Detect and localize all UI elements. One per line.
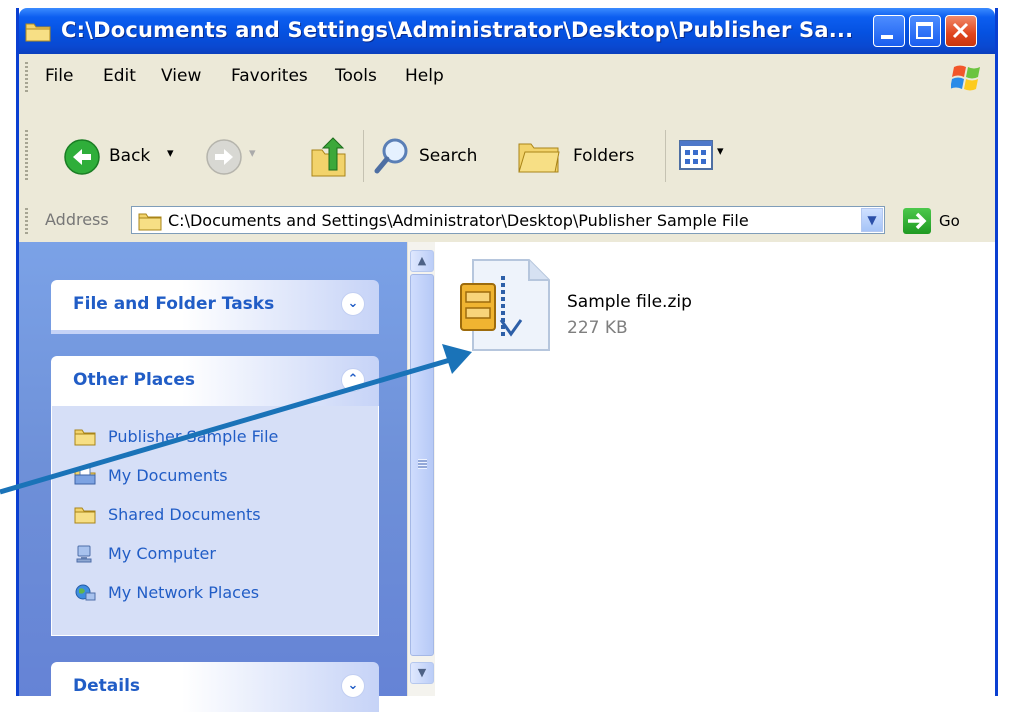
menu-bar: File Edit View Favorites Tools Help	[19, 54, 995, 101]
scroll-up-button[interactable]: ▲	[410, 250, 434, 272]
minimize-button[interactable]	[873, 15, 905, 47]
place-label: My Computer	[108, 544, 216, 563]
standard-toolbar: Back ▾ ▾ Search Folders ▾	[19, 100, 995, 201]
toolbar-separator	[665, 130, 666, 182]
place-label: Shared Documents	[108, 505, 261, 524]
menubar-grip[interactable]	[25, 62, 28, 92]
search-label: Search	[419, 146, 478, 166]
other-places-list: Publisher Sample File My Documents Share…	[51, 406, 379, 636]
folder-icon	[74, 429, 96, 446]
search-icon	[374, 138, 408, 174]
panel-separator	[51, 330, 379, 334]
details-title: Details	[73, 676, 141, 696]
addressbar-grip[interactable]	[25, 208, 28, 234]
place-label: My Network Places	[108, 583, 260, 602]
maximize-icon	[916, 22, 933, 39]
window-title: C:\Documents and Settings\Administrator\…	[61, 18, 854, 42]
place-label: Publisher Sample File	[108, 427, 279, 446]
explorer-window: C:\Documents and Settings\Administrator\…	[16, 8, 998, 712]
views-button[interactable]: ▾	[679, 140, 739, 176]
address-input[interactable]: C:\Documents and Settings\Administrator\…	[131, 206, 885, 234]
place-label: My Documents	[108, 466, 228, 485]
address-value: C:\Documents and Settings\Administrator\…	[168, 211, 749, 230]
go-button[interactable]	[903, 208, 931, 234]
scroll-thumb[interactable]	[410, 274, 434, 656]
toolbar-grip[interactable]	[25, 130, 28, 182]
folder-icon	[25, 23, 51, 42]
forward-button[interactable]: ▾	[205, 138, 265, 178]
close-button[interactable]	[945, 15, 977, 47]
my-computer-icon	[76, 545, 92, 563]
folders-label: Folders	[573, 146, 635, 166]
expand-chevron-icon[interactable]: ⌄	[341, 292, 365, 316]
back-label: Back	[109, 146, 151, 166]
windows-logo-icon	[951, 65, 980, 91]
folders-icon	[518, 143, 560, 173]
close-icon	[952, 22, 969, 39]
other-places-header[interactable]: Other Places ⌃	[51, 356, 379, 406]
zip-file-icon	[460, 259, 550, 351]
network-places-icon	[75, 584, 96, 601]
folder-icon	[74, 507, 96, 524]
title-bar[interactable]: C:\Documents and Settings\Administrator\…	[19, 8, 995, 54]
views-dropdown-icon[interactable]: ▾	[717, 144, 724, 159]
menu-tools[interactable]: Tools	[335, 66, 377, 86]
address-label: Address	[45, 210, 109, 229]
back-button[interactable]: Back ▾	[59, 138, 199, 178]
search-button[interactable]: Search	[373, 136, 501, 178]
forward-arrow-icon	[206, 139, 242, 175]
address-bar: Address C:\Documents and Settings\Admini…	[19, 200, 995, 243]
menu-edit[interactable]: Edit	[103, 66, 136, 86]
file-folder-tasks-header[interactable]: File and Folder Tasks ⌄	[51, 280, 379, 330]
vertical-scrollbar[interactable]: ▲ ▼	[407, 242, 436, 696]
back-dropdown-icon[interactable]: ▾	[167, 146, 174, 161]
other-places-title: Other Places	[73, 370, 195, 390]
my-documents-icon	[74, 467, 96, 485]
go-arrow-icon	[908, 212, 927, 230]
file-list: Sample file.zip 227 KB	[435, 242, 995, 696]
expand-chevron-icon[interactable]: ⌄	[341, 674, 365, 698]
scroll-down-button[interactable]: ▼	[410, 662, 434, 684]
go-label[interactable]: Go	[939, 212, 960, 230]
file-size: 227 KB	[567, 318, 628, 338]
menu-favorites[interactable]: Favorites	[231, 66, 308, 86]
collapse-chevron-icon[interactable]: ⌃	[341, 368, 365, 392]
minimize-icon	[881, 35, 893, 39]
file-item[interactable]: Sample file.zip 227 KB	[455, 256, 695, 352]
details-header[interactable]: Details ⌄	[51, 662, 379, 712]
views-icon	[679, 140, 713, 170]
forward-dropdown-icon[interactable]: ▾	[249, 146, 256, 161]
maximize-button[interactable]	[909, 15, 941, 47]
folder-icon	[138, 213, 162, 231]
address-dropdown-icon[interactable]: ▼	[861, 208, 883, 232]
menu-file[interactable]: File	[45, 66, 73, 86]
back-arrow-icon	[64, 139, 100, 175]
scroll-thumb-grip	[418, 459, 427, 469]
up-folder-icon[interactable]	[309, 136, 349, 178]
toolbar-separator	[363, 130, 364, 182]
menu-help[interactable]: Help	[405, 66, 444, 86]
menu-view[interactable]: View	[161, 66, 201, 86]
folders-button[interactable]: Folders	[517, 136, 657, 178]
file-folder-tasks-title: File and Folder Tasks	[73, 294, 275, 314]
task-pane: File and Folder Tasks ⌄ Other Places ⌃ P…	[19, 242, 407, 712]
file-name: Sample file.zip	[567, 292, 692, 312]
